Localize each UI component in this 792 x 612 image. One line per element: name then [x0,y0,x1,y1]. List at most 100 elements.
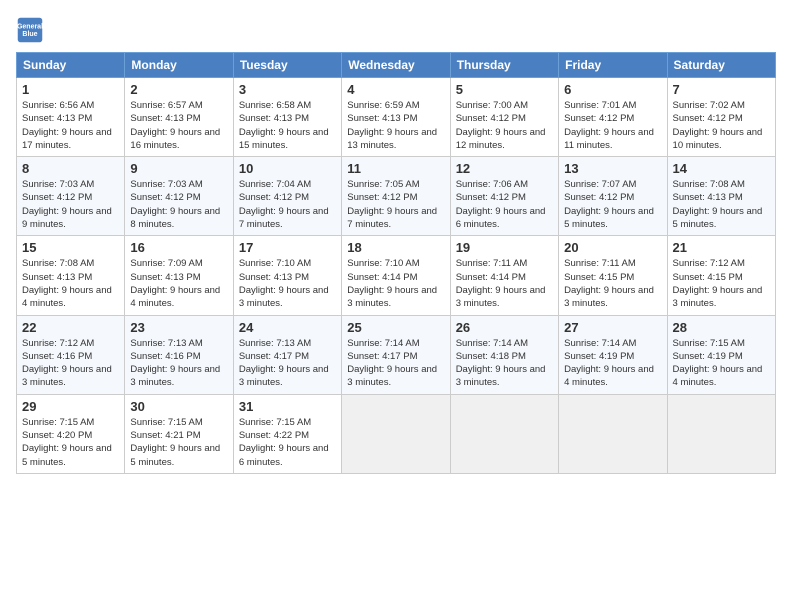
calendar-cell: 29 Sunrise: 7:15 AMSunset: 4:20 PMDayligh… [17,394,125,473]
day-info: Sunrise: 7:10 AMSunset: 4:14 PMDaylight:… [347,257,444,310]
day-info: Sunrise: 7:15 AMSunset: 4:20 PMDaylight:… [22,416,119,469]
day-info: Sunrise: 7:09 AMSunset: 4:13 PMDaylight:… [130,257,227,310]
svg-text:General: General [17,23,43,30]
day-info: Sunrise: 7:08 AMSunset: 4:13 PMDaylight:… [22,257,119,310]
calendar-table: SundayMondayTuesdayWednesdayThursdayFrid… [16,52,776,474]
calendar-cell: 9 Sunrise: 7:03 AMSunset: 4:12 PMDaylight… [125,157,233,236]
calendar-cell [342,394,450,473]
general-blue-logo-icon: General Blue [16,16,44,44]
calendar-cell: 22Sunrise: 7:12 AMSunset: 4:16 PMDayligh… [17,315,125,394]
calendar-cell: 18 Sunrise: 7:10 AMSunset: 4:14 PMDayligh… [342,236,450,315]
calendar-week-row: 15 Sunrise: 7:08 AMSunset: 4:13 PMDayligh… [17,236,776,315]
calendar-cell: 5 Sunrise: 7:00 AMSunset: 4:12 PMDaylight… [450,78,558,157]
calendar-cell: 6 Sunrise: 7:01 AMSunset: 4:12 PMDaylight… [559,78,667,157]
calendar-cell [559,394,667,473]
day-info: Sunrise: 7:05 AMSunset: 4:12 PMDaylight:… [347,178,444,231]
calendar-cell: 14 Sunrise: 7:08 AMSunset: 4:13 PMDayligh… [667,157,775,236]
calendar-cell: 24Sunrise: 7:13 AMSunset: 4:17 PMDayligh… [233,315,341,394]
calendar-cell: 27 Sunrise: 7:14 AMSunset: 4:19 PMDayligh… [559,315,667,394]
day-number: 29 [22,399,119,414]
calendar-week-row: 8Sunrise: 7:03 AMSunset: 4:12 PMDaylight… [17,157,776,236]
calendar-cell: 19 Sunrise: 7:11 AMSunset: 4:14 PMDayligh… [450,236,558,315]
day-info: Sunrise: 7:06 AMSunset: 4:12 PMDaylight:… [456,178,553,231]
calendar-cell: 4 Sunrise: 6:59 AMSunset: 4:13 PMDaylight… [342,78,450,157]
day-info: Sunrise: 7:03 AMSunset: 4:12 PMDaylight:… [22,178,119,231]
calendar-cell: 21 Sunrise: 7:12 AMSunset: 4:15 PMDayligh… [667,236,775,315]
day-info: Sunrise: 7:01 AMSunset: 4:12 PMDaylight:… [564,99,661,152]
day-number: 27 [564,320,661,335]
day-number: 22 [22,320,119,335]
day-number: 3 [239,82,336,97]
calendar-cell: 23 Sunrise: 7:13 AMSunset: 4:16 PMDayligh… [125,315,233,394]
calendar-cell: 17Sunrise: 7:10 AMSunset: 4:13 PMDayligh… [233,236,341,315]
day-number: 12 [456,161,553,176]
day-of-week-friday: Friday [559,53,667,78]
day-number: 5 [456,82,553,97]
calendar-container: General Blue SundayMondayTuesdayWednesda… [0,0,792,482]
calendar-cell: 15 Sunrise: 7:08 AMSunset: 4:13 PMDayligh… [17,236,125,315]
day-info: Sunrise: 7:07 AMSunset: 4:12 PMDaylight:… [564,178,661,231]
day-number: 26 [456,320,553,335]
day-number: 30 [130,399,227,414]
day-number: 6 [564,82,661,97]
day-info: Sunrise: 7:12 AMSunset: 4:15 PMDaylight:… [673,257,770,310]
day-of-week-thursday: Thursday [450,53,558,78]
calendar-cell [450,394,558,473]
day-info: Sunrise: 7:15 AMSunset: 4:19 PMDaylight:… [673,337,770,390]
day-number: 24 [239,320,336,335]
day-number: 18 [347,240,444,255]
calendar-week-row: 22Sunrise: 7:12 AMSunset: 4:16 PMDayligh… [17,315,776,394]
day-of-week-tuesday: Tuesday [233,53,341,78]
day-info: Sunrise: 7:08 AMSunset: 4:13 PMDaylight:… [673,178,770,231]
day-info: Sunrise: 7:11 AMSunset: 4:15 PMDaylight:… [564,257,661,310]
day-info: Sunrise: 7:14 AMSunset: 4:17 PMDaylight:… [347,337,444,390]
day-of-week-saturday: Saturday [667,53,775,78]
calendar-header: General Blue [16,16,776,44]
day-info: Sunrise: 7:14 AMSunset: 4:19 PMDaylight:… [564,337,661,390]
calendar-cell: 30 Sunrise: 7:15 AMSunset: 4:21 PMDayligh… [125,394,233,473]
day-info: Sunrise: 7:03 AMSunset: 4:12 PMDaylight:… [130,178,227,231]
day-number: 23 [130,320,227,335]
calendar-cell [667,394,775,473]
calendar-cell: 8Sunrise: 7:03 AMSunset: 4:12 PMDaylight… [17,157,125,236]
day-info: Sunrise: 7:15 AMSunset: 4:22 PMDaylight:… [239,416,336,469]
day-number: 15 [22,240,119,255]
day-info: Sunrise: 6:59 AMSunset: 4:13 PMDaylight:… [347,99,444,152]
calendar-cell: 13Sunrise: 7:07 AMSunset: 4:12 PMDayligh… [559,157,667,236]
logo: General Blue [16,16,48,44]
day-info: Sunrise: 7:14 AMSunset: 4:18 PMDaylight:… [456,337,553,390]
calendar-week-row: 1Sunrise: 6:56 AMSunset: 4:13 PMDaylight… [17,78,776,157]
calendar-cell: 28 Sunrise: 7:15 AMSunset: 4:19 PMDayligh… [667,315,775,394]
calendar-cell: 10 Sunrise: 7:04 AMSunset: 4:12 PMDayligh… [233,157,341,236]
day-number: 1 [22,82,119,97]
day-info: Sunrise: 7:04 AMSunset: 4:12 PMDaylight:… [239,178,336,231]
day-number: 17 [239,240,336,255]
calendar-header-row: SundayMondayTuesdayWednesdayThursdayFrid… [17,53,776,78]
day-info: Sunrise: 7:15 AMSunset: 4:21 PMDaylight:… [130,416,227,469]
calendar-cell: 7 Sunrise: 7:02 AMSunset: 4:12 PMDaylight… [667,78,775,157]
day-info: Sunrise: 7:13 AMSunset: 4:16 PMDaylight:… [130,337,227,390]
day-info: Sunrise: 7:00 AMSunset: 4:12 PMDaylight:… [456,99,553,152]
day-number: 14 [673,161,770,176]
calendar-cell: 2 Sunrise: 6:57 AMSunset: 4:13 PMDaylight… [125,78,233,157]
day-number: 10 [239,161,336,176]
calendar-cell: 16 Sunrise: 7:09 AMSunset: 4:13 PMDayligh… [125,236,233,315]
day-number: 21 [673,240,770,255]
day-of-week-monday: Monday [125,53,233,78]
day-number: 16 [130,240,227,255]
day-info: Sunrise: 7:11 AMSunset: 4:14 PMDaylight:… [456,257,553,310]
day-number: 25 [347,320,444,335]
day-number: 2 [130,82,227,97]
day-number: 4 [347,82,444,97]
day-number: 7 [673,82,770,97]
day-number: 9 [130,161,227,176]
day-info: Sunrise: 6:58 AMSunset: 4:13 PMDaylight:… [239,99,336,152]
day-info: Sunrise: 7:02 AMSunset: 4:12 PMDaylight:… [673,99,770,152]
calendar-cell: 20Sunrise: 7:11 AMSunset: 4:15 PMDayligh… [559,236,667,315]
day-info: Sunrise: 6:57 AMSunset: 4:13 PMDaylight:… [130,99,227,152]
day-number: 19 [456,240,553,255]
svg-text:Blue: Blue [22,31,37,38]
day-number: 28 [673,320,770,335]
calendar-cell: 11Sunrise: 7:05 AMSunset: 4:12 PMDayligh… [342,157,450,236]
day-number: 31 [239,399,336,414]
